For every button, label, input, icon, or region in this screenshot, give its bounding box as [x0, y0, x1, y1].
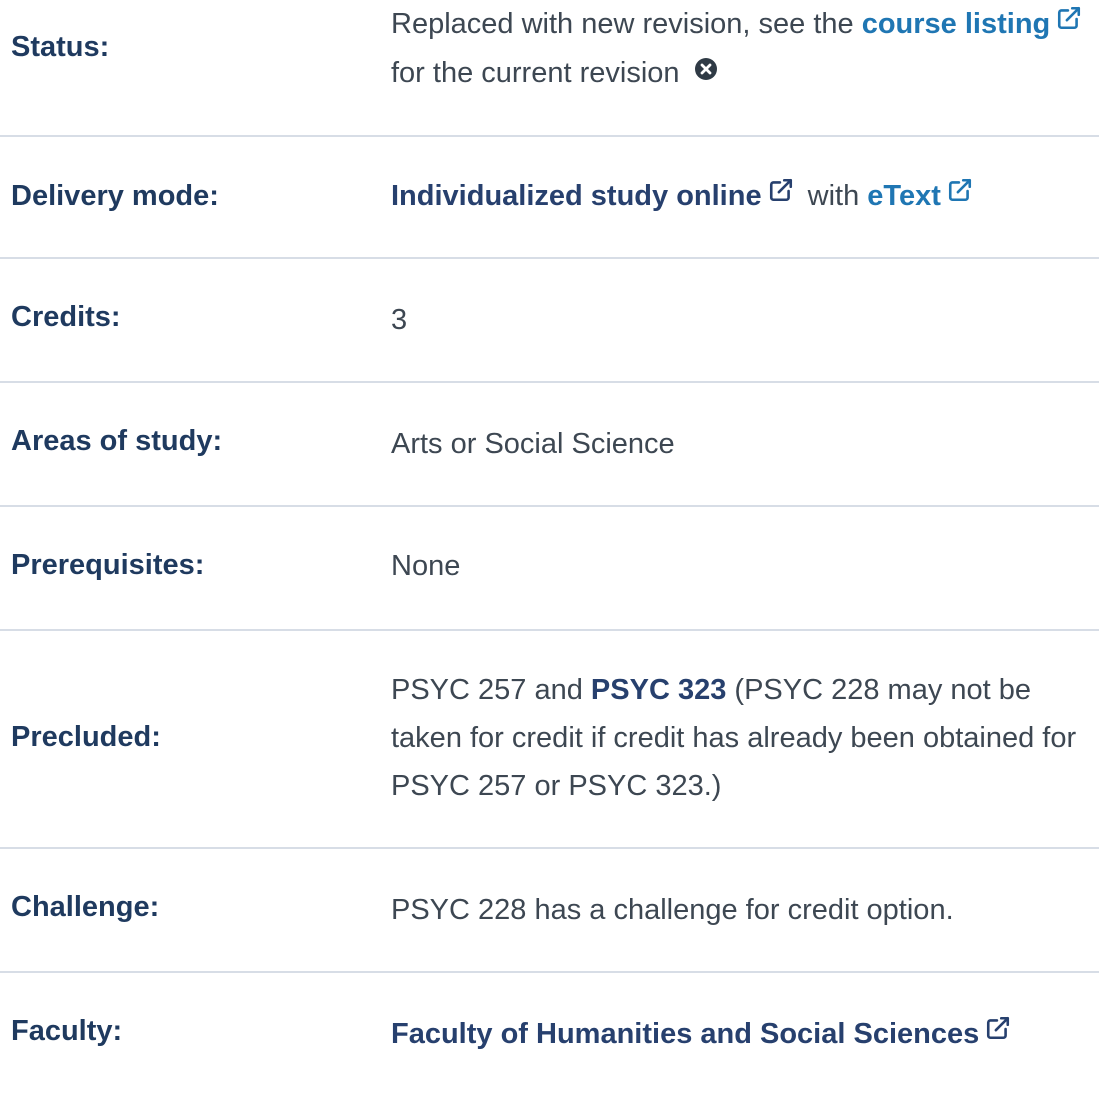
- status-value: Replaced with new revision, see the cour…: [391, 0, 1096, 99]
- areas-of-study-value: Arts or Social Science: [391, 428, 675, 460]
- status-label: Status:: [11, 31, 110, 63]
- times-circle-icon: [694, 48, 718, 96]
- row-areas-of-study: Areas of study: Arts or Social Science: [0, 383, 1099, 507]
- external-link-icon: [985, 1008, 1011, 1056]
- precluded-value: PSYC 257 and PSYC 323 (PSYC 228 may not …: [391, 666, 1096, 810]
- individualized-study-link-text: Individualized study online: [391, 180, 762, 212]
- precluded-label: Precluded:: [11, 721, 161, 753]
- status-prefix: Replaced with new revision, see the: [391, 8, 854, 40]
- faculty-link-text: Faculty of Humanities and Social Science…: [391, 1018, 980, 1050]
- areas-of-study-label: Areas of study:: [11, 425, 223, 457]
- row-faculty: Faculty: Faculty of Humanities and Socia…: [0, 973, 1099, 1116]
- row-delivery-mode: Delivery mode: Individualized study onli…: [0, 137, 1099, 259]
- prerequisites-value: None: [391, 550, 461, 582]
- delivery-with-text: with: [807, 180, 860, 212]
- external-link-icon: [947, 170, 973, 218]
- etext-link[interactable]: eText: [867, 179, 979, 212]
- course-listing-link[interactable]: course listing: [861, 7, 1089, 40]
- row-prerequisites: Prerequisites: None: [0, 507, 1099, 631]
- faculty-link[interactable]: Faculty of Humanities and Social Science…: [391, 1017, 1017, 1050]
- row-challenge: Challenge: PSYC 228 has a challenge for …: [0, 849, 1099, 973]
- individualized-study-link[interactable]: Individualized study online: [391, 179, 800, 212]
- etext-link-text: eText: [867, 180, 941, 212]
- credits-value: 3: [391, 304, 408, 336]
- row-credits: Credits: 3: [0, 259, 1099, 383]
- credits-label: Credits:: [11, 301, 121, 333]
- faculty-label: Faculty:: [11, 1015, 123, 1047]
- challenge-value: PSYC 228 has a challenge for credit opti…: [391, 894, 954, 926]
- row-precluded: Precluded: PSYC 257 and PSYC 323 (PSYC 2…: [0, 631, 1099, 849]
- delivery-mode-label: Delivery mode:: [11, 180, 219, 212]
- delivery-mode-value: Individualized study online with eText: [391, 172, 1096, 221]
- row-status: Status: Replaced with new revision, see …: [0, 0, 1099, 137]
- precluded-part1: PSYC 257 and: [391, 674, 583, 706]
- external-link-icon: [768, 170, 794, 218]
- prerequisites-label: Prerequisites:: [11, 549, 205, 581]
- status-suffix: for the current revision: [391, 57, 680, 90]
- faculty-value: Faculty of Humanities and Social Science…: [391, 1010, 1096, 1059]
- course-listing-link-text: course listing: [861, 8, 1051, 40]
- challenge-label: Challenge:: [11, 891, 160, 923]
- external-link-icon: [1056, 0, 1082, 46]
- precluded-course-bold: PSYC 323: [590, 674, 727, 706]
